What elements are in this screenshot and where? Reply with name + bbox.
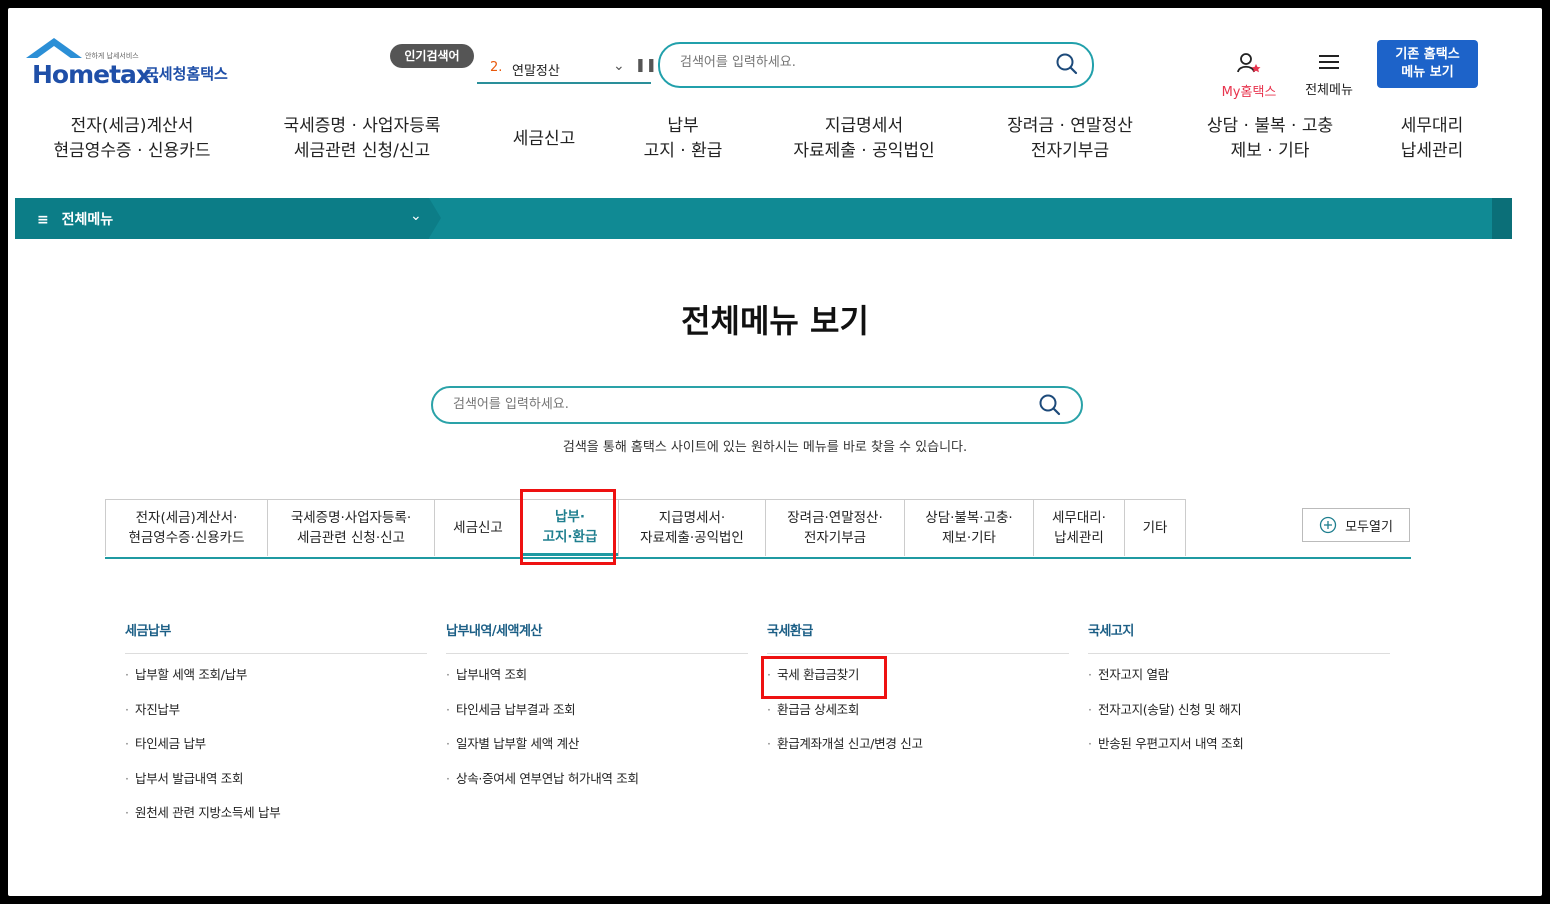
tab-etc[interactable]: 기타: [1124, 499, 1186, 556]
expand-all-button[interactable]: 모두열기: [1302, 508, 1410, 542]
list-item[interactable]: 타인세금 납부결과 조회: [446, 701, 748, 736]
logo-wordmark: Hometax.: [32, 60, 161, 89]
tab-invoice[interactable]: 전자(세금)계산서· 현금영수증·신용카드: [105, 499, 268, 556]
gnb-item-consult[interactable]: 상담 · 불복 · 고충 제보 · 기타: [1192, 114, 1348, 164]
tab-tax-report[interactable]: 세금신고: [434, 499, 522, 556]
list-icon: ≡: [37, 212, 49, 228]
list-item[interactable]: 반송된 우편고지서 내역 조회: [1088, 735, 1390, 770]
top-search-input[interactable]: [678, 54, 1042, 71]
list-item[interactable]: 전자고지 열람: [1088, 666, 1390, 701]
tab-certificate[interactable]: 국세증명·사업자등록· 세금관련 신청·신고: [267, 499, 435, 556]
chevron-down-icon[interactable]: ⌄: [613, 58, 625, 74]
logo-name: 국세청홈택스: [145, 65, 228, 83]
list-item[interactable]: 환급계좌개설 신고/변경 신고: [767, 735, 1069, 770]
popular-keyword[interactable]: 연말정산: [512, 60, 560, 79]
gnb-item-incentive[interactable]: 장려금 · 연말정산 전자기부금: [992, 114, 1148, 164]
gnb-item-certificate[interactable]: 국세증명 · 사업자등록 세금관련 신청/신고: [270, 114, 454, 164]
list-item[interactable]: 납부서 발급내역 조회: [125, 770, 427, 805]
column-tax-payment: 세금납부 납부할 세액 조회/납부 자진납부 타인세금 납부 납부서 발급내역 …: [125, 620, 427, 839]
list-item[interactable]: 자진납부: [125, 701, 427, 736]
chevron-down-icon: ⌄: [410, 208, 422, 224]
user-icon: [1237, 53, 1261, 73]
my-hometax-label: My홈택스: [1221, 85, 1277, 100]
hometax-page: 안하게 납세서비스 Hometax. 국세청홈택스 인기검색어 2. 연말정산 …: [8, 8, 1542, 896]
full-menu-label: 전체메뉴: [1305, 83, 1353, 98]
list-item[interactable]: 납부내역 조회: [446, 666, 748, 701]
menu-search-box: [431, 386, 1083, 424]
tab-incentive[interactable]: 장려금·연말정산· 전자기부금: [765, 499, 905, 556]
gnb-item-tax-report[interactable]: 세금신고: [498, 127, 590, 152]
column-tax-notice: 국세고지 전자고지 열람 전자고지(송달) 신청 및 해지 반송된 우편고지서 …: [1088, 620, 1390, 770]
gnb-item-statement[interactable]: 지급명세서 자료제출 · 공익법인: [780, 114, 948, 164]
column-title: 국세고지: [1088, 620, 1390, 654]
highlight-box-tab: [520, 489, 616, 565]
full-menu-button[interactable]: 전체메뉴: [1298, 52, 1360, 98]
highlight-box-refund-find: [761, 656, 887, 699]
menu-dropdown[interactable]: ≡ 전체메뉴 ⌄: [15, 198, 429, 239]
page-title: 전체메뉴 보기: [681, 302, 869, 340]
list-item[interactable]: 납부할 세액 조회/납부: [125, 666, 427, 701]
column-title: 국세환급: [767, 620, 1069, 654]
column-payment-history: 납부내역/세액계산 납부내역 조회 타인세금 납부결과 조회 일자별 납부할 세…: [446, 620, 748, 804]
popular-search-ticker[interactable]: 2. 연말정산 ⌄ ❚❚: [477, 52, 657, 84]
list-item[interactable]: 타인세금 납부: [125, 735, 427, 770]
tab-agent[interactable]: 세무대리· 납세관리: [1033, 499, 1125, 556]
list-item[interactable]: 원천세 관련 지방소득세 납부: [125, 804, 427, 839]
hamburger-icon: [1319, 55, 1339, 69]
column-title: 세금납부: [125, 620, 427, 654]
pause-icon[interactable]: ❚❚: [635, 58, 657, 73]
menu-search-input[interactable]: [451, 396, 1015, 413]
tab-statement[interactable]: 지급명세서· 자료제출·공익법인: [618, 499, 766, 556]
list-item[interactable]: 전자고지(송달) 신청 및 해지: [1088, 701, 1390, 736]
search-icon[interactable]: [1056, 53, 1078, 75]
top-search-box: [658, 42, 1094, 88]
tab-consult[interactable]: 상담·불복·고충· 제보·기타: [904, 499, 1034, 556]
menu-dropdown-label: 전체메뉴: [61, 212, 114, 228]
search-icon[interactable]: [1039, 394, 1061, 416]
my-hometax-button[interactable]: My홈택스: [1208, 52, 1290, 100]
gnb-item-agent[interactable]: 세무대리 납세관리: [1384, 114, 1480, 164]
column-title: 납부내역/세액계산: [446, 620, 748, 654]
menu-location-bar: ≡ 전체메뉴 ⌄: [15, 198, 1512, 239]
search-help-text: 검색을 통해 홈택스 사이트에 있는 원하시는 메뉴를 바로 찾을 수 있습니다…: [562, 440, 968, 455]
gnb-item-payment[interactable]: 납부 고지 · 환급: [630, 114, 736, 164]
plus-circle-icon: [1319, 516, 1337, 534]
category-tabs: 전자(세금)계산서· 현금영수증·신용카드 국세증명·사업자등록· 세금관련 신…: [105, 499, 1411, 559]
list-item[interactable]: 상속·증여세 연부연납 허가내역 조회: [446, 770, 748, 805]
list-item[interactable]: 환급금 상세조회: [767, 701, 1069, 736]
legacy-menu-button[interactable]: 기존 홈택스 메뉴 보기: [1377, 40, 1478, 88]
expand-all-label: 모두열기: [1345, 519, 1393, 535]
popular-rank: 2.: [490, 60, 503, 75]
popular-search-badge: 인기검색어: [390, 44, 474, 68]
list-item[interactable]: 일자별 납부할 세액 계산: [446, 735, 748, 770]
gnb-item-invoice[interactable]: 전자(세금)계산서 현금영수증 · 신용카드: [46, 114, 218, 164]
